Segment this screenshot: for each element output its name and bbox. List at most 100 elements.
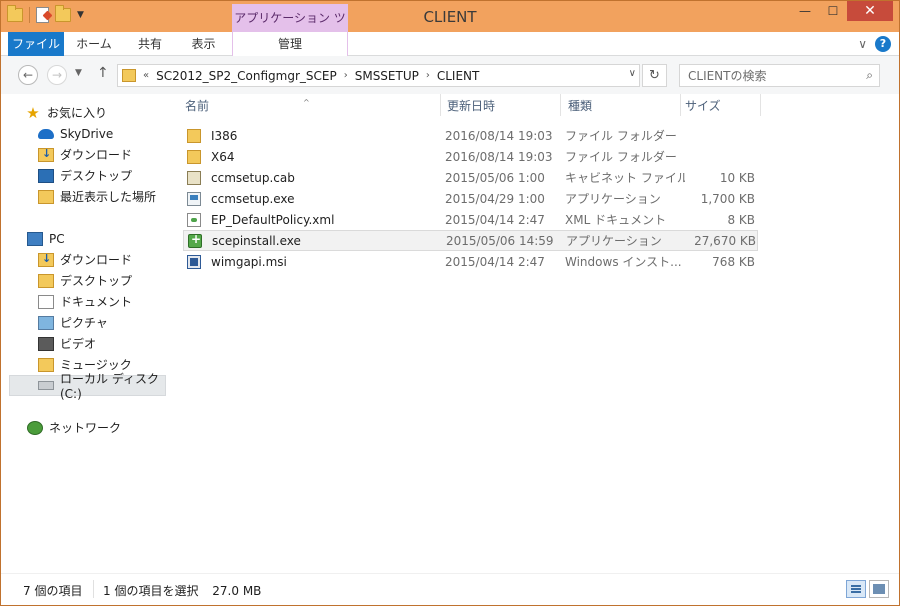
desktop-icon <box>38 168 54 183</box>
file-name-cell: X64 <box>183 149 445 164</box>
forward-button[interactable]: → <box>47 65 67 85</box>
hard-disk-icon <box>38 381 54 390</box>
sort-ascending-icon: ^ <box>303 98 310 107</box>
cab-file-icon <box>187 170 201 185</box>
documents-icon <box>38 294 54 309</box>
breadcrumb-item[interactable]: CLIENT <box>437 69 480 83</box>
xml-file-icon <box>187 212 201 227</box>
details-view-button[interactable] <box>846 580 866 598</box>
folder-icon <box>187 149 201 164</box>
nav-label: デスクトップ <box>60 274 133 288</box>
nav-pc[interactable]: PC <box>27 228 165 249</box>
help-icon[interactable]: ? <box>875 36 891 52</box>
close-button[interactable]: ✕ <box>847 1 893 21</box>
file-row[interactable]: X64 2016/08/14 19:03 ファイル フォルダー <box>183 146 758 167</box>
nav-item-skydrive[interactable]: SkyDrive <box>38 123 165 144</box>
nav-item-pc-desktop[interactable]: デスクトップ <box>38 270 165 291</box>
file-size: 1,700 KB <box>700 191 755 206</box>
file-row-selected[interactable]: scepinstall.exe 2015/05/06 14:59 アプリケーショ… <box>183 230 758 251</box>
tab-share[interactable]: 共有 <box>124 32 176 56</box>
nav-label: ドキュメント <box>60 295 133 309</box>
nav-item-recent-places[interactable]: 最近表示した場所 <box>38 186 165 207</box>
file-size: 8 KB <box>727 212 755 227</box>
file-date: 2015/05/06 14:59 <box>446 233 554 248</box>
app-tools-context-header: アプリケーション ツール <box>232 4 348 53</box>
file-size: 768 KB <box>712 254 755 269</box>
breadcrumb-chevron-icon[interactable]: › <box>426 70 430 81</box>
file-size: 10 KB <box>719 170 755 185</box>
nav-item-local-disk[interactable]: ローカル ディスク (C:) <box>9 372 166 401</box>
nav-item-desktop[interactable]: デスクトップ <box>38 165 165 186</box>
downloads-folder-icon <box>38 252 54 267</box>
status-divider <box>93 580 94 598</box>
file-row[interactable]: wimgapi.msi 2015/04/14 2:47 Windows インスト… <box>183 251 758 272</box>
music-icon <box>38 357 54 372</box>
file-date: 2015/05/06 1:00 <box>445 170 545 185</box>
column-divider[interactable] <box>760 94 761 116</box>
details-view-icon <box>851 585 861 593</box>
file-row[interactable]: ccmsetup.exe 2015/04/29 1:00 アプリケーション 1,… <box>183 188 758 209</box>
videos-icon <box>38 336 54 351</box>
ribbon-tabs: ファイル ホーム 共有 表示 管理 ∨ ? <box>1 32 899 56</box>
address-history-icon[interactable]: ∨ <box>629 68 636 79</box>
breadcrumb-item[interactable]: SMSSETUP <box>355 69 419 83</box>
refresh-button[interactable]: ↻ <box>642 64 667 87</box>
file-name-cell: ccmsetup.cab <box>183 170 445 185</box>
tab-manage[interactable]: 管理 <box>232 32 348 56</box>
recent-places-icon <box>38 189 54 204</box>
file-row[interactable]: I386 2016/08/14 19:03 ファイル フォルダー <box>183 125 758 146</box>
explorer-window: ▼ CLIENT アプリケーション ツール — ☐ ✕ ファイル ホーム 共有 … <box>0 0 900 606</box>
nav-item-downloads[interactable]: ダウンロード <box>38 144 165 165</box>
tab-home[interactable]: ホーム <box>64 32 124 56</box>
nav-item-documents[interactable]: ドキュメント <box>38 291 165 312</box>
cloud-icon <box>38 128 54 139</box>
nav-label: 最近表示した場所 <box>60 190 157 204</box>
file-type: アプリケーション <box>565 192 661 206</box>
column-header-date[interactable]: 更新日時 <box>435 94 555 119</box>
nav-item-videos[interactable]: ビデオ <box>38 333 165 354</box>
nav-label: ビデオ <box>60 337 97 351</box>
large-icons-view-button[interactable] <box>869 580 889 598</box>
maximize-button[interactable]: ☐ <box>819 1 847 21</box>
expand-ribbon-icon[interactable]: ∨ <box>858 37 867 51</box>
breadcrumb-chevron-icon[interactable]: › <box>344 70 348 81</box>
window-controls: — ☐ ✕ <box>791 1 893 21</box>
file-name: scepinstall.exe <box>212 233 301 248</box>
file-name: I386 <box>211 128 238 143</box>
file-name-cell: ccmsetup.exe <box>183 191 445 206</box>
file-name-cell: scepinstall.exe <box>184 232 446 248</box>
file-row[interactable]: EP_DefaultPolicy.xml 2015/04/14 2:47 XML… <box>183 209 758 230</box>
back-button[interactable]: ← <box>18 65 38 85</box>
tab-view[interactable]: 表示 <box>176 32 231 56</box>
file-name-cell: EP_DefaultPolicy.xml <box>183 212 445 227</box>
up-button[interactable]: ↑ <box>97 65 109 81</box>
nav-item-pictures[interactable]: ピクチャ <box>38 312 165 333</box>
nav-network[interactable]: ネットワーク <box>27 417 165 438</box>
selection-count: 1 個の項目を選択 <box>103 584 199 598</box>
address-bar-row: ← → ▼ ↑ « SC2012_SP2_Configmgr_SCEP › SM… <box>1 56 899 94</box>
search-input[interactable] <box>688 65 858 86</box>
file-row[interactable]: ccmsetup.cab 2015/05/06 1:00 キャビネット ファイル… <box>183 167 758 188</box>
computer-icon <box>27 231 43 246</box>
file-date: 2016/08/14 19:03 <box>445 128 553 143</box>
column-header-label: 名前 <box>185 99 210 113</box>
folder-icon <box>122 69 136 82</box>
search-icon[interactable]: ⌕ <box>866 68 873 83</box>
minimize-button[interactable]: — <box>791 1 819 21</box>
window-title: CLIENT <box>423 8 477 26</box>
file-date: 2015/04/14 2:47 <box>445 212 545 227</box>
column-header-label: 種類 <box>568 99 593 113</box>
breadcrumb-overflow-icon[interactable]: « <box>143 70 149 81</box>
nav-favorites[interactable]: ★ お気に入り <box>25 102 165 123</box>
file-name: EP_DefaultPolicy.xml <box>211 212 335 227</box>
search-box[interactable]: ⌕ <box>679 64 880 87</box>
column-header-type[interactable]: 種類 <box>556 94 676 119</box>
nav-item-pc-downloads[interactable]: ダウンロード <box>38 249 165 270</box>
desktop-folder-icon <box>38 273 54 288</box>
column-header-name[interactable]: 名前 ^ <box>173 94 441 119</box>
breadcrumb-item[interactable]: SC2012_SP2_Configmgr_SCEP <box>156 69 337 83</box>
recent-locations-icon[interactable]: ▼ <box>75 68 82 78</box>
column-header-size[interactable]: サイズ <box>673 94 763 119</box>
address-field[interactable]: « SC2012_SP2_Configmgr_SCEP › SMSSETUP ›… <box>117 64 640 87</box>
tab-file[interactable]: ファイル <box>8 32 64 56</box>
